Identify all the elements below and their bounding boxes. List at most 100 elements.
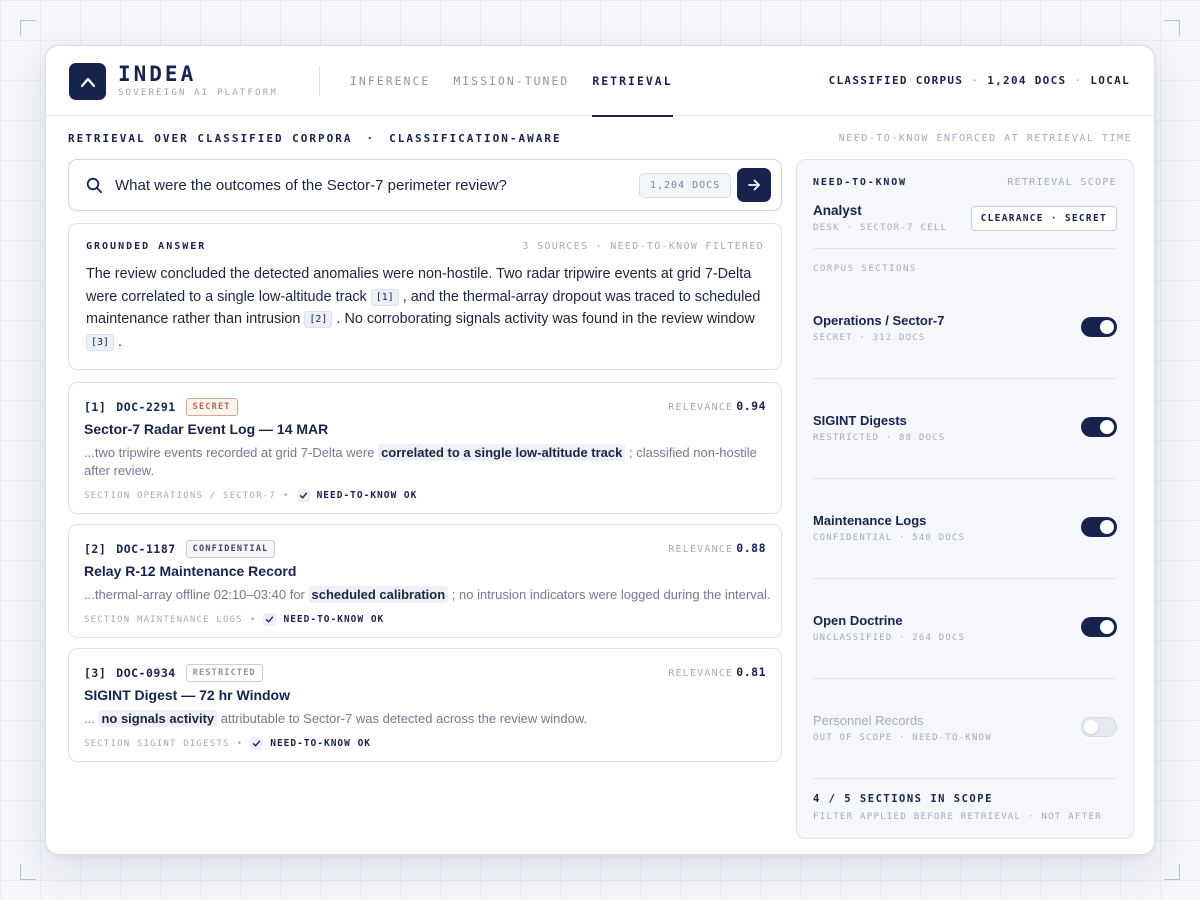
section-name: Personnel Records [813, 713, 924, 728]
result-snippet: ... no signals activity attributable to … [84, 710, 774, 728]
snippet-highlight: correlated to a single low-altitude trac… [378, 444, 626, 461]
submit-query-button[interactable] [737, 168, 771, 202]
result-index: [3] [84, 666, 107, 680]
search-bar[interactable]: What were the outcomes of the Sector-7 p… [68, 159, 782, 211]
clearance-badge: CLEARANCE · SECRET [970, 206, 1117, 231]
tab-mission-tuned[interactable]: MISSION-TUNED [453, 46, 569, 116]
citation-3[interactable]: [3] [86, 333, 115, 351]
divider [813, 248, 1117, 249]
section-meta: OUT OF SCOPE · NEED-TO-KNOW [813, 733, 992, 743]
user-desk: DESK · SECTOR-7 CELL [813, 223, 948, 233]
search-icon [86, 177, 103, 194]
corpus-section: Operations / Sector-7 SECRET · 312 DOCS [813, 313, 1117, 353]
section-toggle[interactable] [1081, 617, 1117, 637]
relevance-score: RELEVANCE 0.94 [668, 399, 766, 413]
section-toggle[interactable] [1081, 317, 1117, 337]
divider [813, 678, 1117, 679]
check-icon [250, 737, 264, 750]
toggle-knob [1100, 620, 1114, 634]
toggle-knob [1100, 420, 1114, 434]
result-card[interactable]: [3] DOC-0934 RESTRICTED RELEVANCE 0.81 SI… [68, 648, 782, 762]
user-role: Analyst [813, 203, 862, 218]
relevance-label: RELEVANCE [668, 544, 734, 555]
result-title[interactable]: Sector-7 Radar Event Log — 14 MAR [84, 421, 328, 437]
corpus-section: Personnel Records OUT OF SCOPE · NEED-TO… [813, 713, 1117, 753]
result-footer: SECTION OPERATIONS / SECTOR-7 • NEED-TO-… [84, 489, 417, 502]
result-card[interactable]: [2] DOC-1187 CONFIDENTIAL RELEVANCE 0.88 … [68, 524, 782, 638]
result-snippet: ...thermal-array offline 02:10–03:40 for… [84, 586, 774, 604]
corpus-section: SIGINT Digests RESTRICTED · 88 DOCS [813, 413, 1117, 453]
brand-name: INDEA [118, 62, 197, 86]
divider [813, 578, 1117, 579]
section-name: SIGINT Digests [813, 413, 907, 428]
result-section: SECTION MAINTENANCE LOGS [84, 614, 243, 625]
snippet-text: ...thermal-array offline 02:10–03:40 for [84, 587, 309, 602]
result-footer: SECTION SIGINT DIGESTS • NEED-TO-KNOW OK [84, 737, 371, 750]
result-header: [3] DOC-0934 RESTRICTED [84, 664, 263, 682]
citation-1[interactable]: [1] [370, 288, 399, 306]
section-toggle[interactable] [1081, 717, 1117, 737]
section-name: Open Doctrine [813, 613, 903, 628]
filter-note: FILTER APPLIED BEFORE RETRIEVAL · NOT AF… [813, 812, 1102, 822]
check-icon [296, 489, 310, 502]
result-header: [1] DOC-2291 SECRET [84, 398, 238, 416]
result-section: SECTION SIGINT DIGESTS [84, 738, 230, 749]
divider [813, 378, 1117, 379]
corpus-sections-label: CORPUS SECTIONS [813, 264, 917, 274]
footer-bullet: • [282, 490, 290, 501]
section-meta: CONFIDENTIAL · 540 DOCS [813, 533, 966, 543]
subheader-separator: · [366, 132, 376, 145]
section-toggle[interactable] [1081, 517, 1117, 537]
doc-id: DOC-2291 [116, 400, 176, 414]
corpus-label: CLASSIFIED CORPUS [828, 74, 964, 87]
page-mode: CLASSIFICATION-AWARE [389, 132, 562, 145]
section-meta: SECRET · 312 DOCS [813, 333, 926, 343]
relevance-value: 0.94 [736, 399, 766, 413]
answer-segment: . [114, 333, 123, 350]
corner-mark [20, 20, 36, 36]
logo[interactable] [69, 63, 106, 100]
relevance-value: 0.81 [736, 665, 766, 679]
snippet-text: ; no intrusion indicators were logged du… [448, 587, 771, 602]
toggle-knob [1100, 320, 1114, 334]
check-icon [263, 613, 277, 626]
need-to-know-status: NEED-TO-KNOW OK [283, 614, 385, 625]
app-header: INDEA SOVEREIGN AI PLATFORM INFERENCE MI… [46, 46, 1154, 117]
corpus-status: CLASSIFIED CORPUS · 1,204 DOCS · LOCAL [829, 74, 1130, 87]
deployment-mode: LOCAL [1090, 74, 1130, 87]
corpus-section: Maintenance Logs CONFIDENTIAL · 540 DOCS [813, 513, 1117, 553]
section-meta: RESTRICTED · 88 DOCS [813, 433, 946, 443]
toggle-knob [1084, 720, 1098, 734]
result-index: [2] [84, 542, 107, 556]
snippet-text: ...two tripwire events recorded at grid … [84, 445, 379, 460]
arrow-right-icon [748, 179, 760, 191]
result-footer: SECTION MAINTENANCE LOGS • NEED-TO-KNOW … [84, 613, 384, 626]
tab-retrieval[interactable]: RETRIEVAL [592, 46, 673, 117]
citation-2[interactable]: [2] [304, 311, 333, 328]
corner-mark [1164, 864, 1180, 880]
snippet-text: ... [84, 711, 99, 726]
section-meta: UNCLASSIFIED · 264 DOCS [813, 633, 966, 643]
corpus-section: Open Doctrine UNCLASSIFIED · 264 DOCS [813, 613, 1117, 653]
tab-inference[interactable]: INFERENCE [350, 46, 430, 116]
section-toggle[interactable] [1081, 417, 1117, 437]
result-title[interactable]: SIGINT Digest — 72 hr Window [84, 687, 290, 703]
brand-tagline: SOVEREIGN AI PLATFORM [118, 88, 278, 98]
result-title[interactable]: Relay R-12 Maintenance Record [84, 563, 296, 579]
corpus-doc-count: 1,204 DOCS [987, 74, 1067, 87]
grounded-answer-card: GROUNDED ANSWER 3 SOURCES · NEED-TO-KNOW… [68, 223, 782, 370]
snippet-highlight: scheduled calibration [308, 586, 449, 603]
result-section: SECTION OPERATIONS / SECTOR-7 [84, 490, 276, 501]
result-snippet: ...two tripwire events recorded at grid … [84, 444, 774, 480]
panel-scope-label: RETRIEVAL SCOPE [1007, 177, 1117, 188]
relevance-score: RELEVANCE 0.81 [668, 665, 766, 679]
scope-summary: 4 / 5 SECTIONS IN SCOPE [813, 793, 993, 805]
need-to-know-panel: NEED-TO-KNOW RETRIEVAL SCOPE Analyst DES… [796, 159, 1134, 839]
corner-mark [1164, 20, 1180, 36]
corner-mark [20, 864, 36, 880]
result-card[interactable]: [1] DOC-2291 SECRET RELEVANCE 0.94 Sector… [68, 382, 782, 514]
enforcement-note: NEED-TO-KNOW ENFORCED AT RETRIEVAL TIME [838, 133, 1132, 144]
relevance-label: RELEVANCE [668, 668, 734, 679]
page-title: RETRIEVAL OVER CLASSIFIED CORPORA [68, 132, 353, 145]
search-input[interactable]: What were the outcomes of the Sector-7 p… [115, 177, 507, 194]
